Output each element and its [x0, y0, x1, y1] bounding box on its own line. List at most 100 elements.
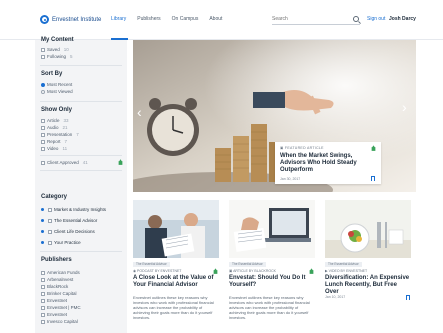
- filter-following[interactable]: Following 5: [41, 54, 73, 59]
- checkbox[interactable]: [41, 125, 45, 130]
- publisher-item[interactable]: Envestnet: [41, 298, 67, 303]
- nav-about[interactable]: About: [209, 16, 222, 22]
- card-source: ▶ VIDEO BY ENVESTNET: [325, 269, 367, 273]
- checkbox[interactable]: [41, 312, 45, 317]
- content-card[interactable]: The Essential Advisor ▣ ARTICLE BY BLACK…: [229, 200, 315, 333]
- category-pill[interactable]: The Essential Advisor: [325, 262, 362, 267]
- search-box: [272, 14, 360, 25]
- category-pill[interactable]: The Essential Advisor: [133, 262, 170, 267]
- checkbox[interactable]: [41, 305, 45, 310]
- checkbox[interactable]: [41, 319, 45, 324]
- publisher-item[interactable]: Envestnet: [41, 312, 67, 317]
- checkbox[interactable]: [41, 146, 45, 151]
- publisher-item[interactable]: BlackRock: [41, 284, 68, 289]
- filter-count: 7: [76, 132, 79, 137]
- filter-article[interactable]: Article 33: [41, 118, 69, 123]
- filter-count: 11: [62, 146, 68, 151]
- publisher-item[interactable]: American Funds: [41, 270, 80, 275]
- checkbox[interactable]: [41, 118, 45, 123]
- bookmark-icon[interactable]: [406, 295, 410, 300]
- checkbox[interactable]: [41, 277, 45, 282]
- checkbox[interactable]: [41, 291, 45, 296]
- category-pill[interactable]: The Essential Advisor: [229, 262, 266, 267]
- card-thumbnail: [325, 200, 411, 258]
- content-card[interactable]: The Essential Advisor ◉ PODCAST BY ENVES…: [133, 200, 219, 333]
- card-date: Jan 10, 2017: [325, 295, 346, 299]
- publisher-label: Arbenalnvest: [47, 277, 74, 282]
- bookmark-icon[interactable]: [371, 176, 375, 181]
- divider: [40, 170, 122, 171]
- publisher-label: Envestnet | PMC: [47, 305, 81, 310]
- checkbox[interactable]: [41, 270, 45, 275]
- filter-video[interactable]: Video 11: [41, 146, 67, 151]
- filter-count: 5: [70, 54, 73, 59]
- card-title[interactable]: Envestat: Should You Do It Yourself?: [229, 275, 315, 289]
- show-only-title: Show Only: [41, 107, 73, 113]
- publisher-label: Envestnet: [47, 312, 68, 317]
- category-item[interactable]: The Essential Advisor: [41, 218, 97, 223]
- filter-label: Presentation: [47, 132, 73, 137]
- publisher-item[interactable]: Brinker Capital: [41, 291, 77, 296]
- filter-presentation[interactable]: Presentation 7: [41, 132, 79, 137]
- chevron-left-icon[interactable]: ‹: [137, 104, 142, 120]
- checkbox[interactable]: [41, 47, 45, 52]
- card-source-label: ARTICLE BY BLACKROCK: [233, 269, 276, 273]
- filter-label: Video: [47, 146, 59, 151]
- content-card[interactable]: The Essential Advisor ▶ VIDEO BY ENVESTN…: [325, 200, 411, 333]
- divider: [40, 155, 122, 156]
- checkbox[interactable]: [48, 207, 52, 212]
- category-item[interactable]: Market & Industry Insights: [41, 207, 106, 212]
- search-input[interactable]: [272, 16, 342, 22]
- publisher-item[interactable]: Arbenalnvest: [41, 277, 73, 282]
- checkbox[interactable]: [41, 284, 45, 289]
- search-icon[interactable]: [353, 16, 359, 22]
- my-content-title: My Content: [41, 37, 74, 43]
- client-approved-icon: [371, 145, 376, 151]
- hero-banner[interactable]: ▣ FEATURED ARTICLE When the Market Swing…: [133, 40, 416, 192]
- featured-card[interactable]: ▣ FEATURED ARTICLE When the Market Swing…: [275, 142, 381, 184]
- divider: [40, 65, 122, 66]
- user-name[interactable]: Josh Darcy: [389, 16, 416, 22]
- sign-out-link[interactable]: Sign out: [367, 16, 385, 22]
- checkbox[interactable]: [48, 229, 52, 234]
- card-description: Envestnet outlines these key reasons why…: [229, 295, 310, 320]
- card-title[interactable]: Diversification: An Expensive Lunch Rece…: [325, 275, 411, 296]
- divider: [40, 251, 122, 252]
- sort-label: Most Recent: [47, 82, 73, 87]
- publisher-item[interactable]: Envestnet | PMC: [41, 305, 81, 310]
- featured-title[interactable]: When the Market Swings, Advisors Who Hol…: [280, 153, 372, 174]
- sort-most-viewed[interactable]: Most Viewed: [41, 89, 73, 94]
- main-nav: Library Publishers On Campus About: [111, 16, 222, 22]
- category-item[interactable]: Your Practice: [41, 240, 81, 245]
- card-title[interactable]: A Close Look at the Value of Your Financ…: [133, 275, 219, 289]
- sort-most-recent[interactable]: Most Recent: [41, 82, 72, 87]
- sort-by-title: Sort By: [41, 71, 63, 77]
- category-item[interactable]: Client Life Decisions: [41, 229, 95, 234]
- category-label: The Essential Advisor: [54, 218, 98, 223]
- bullet-icon: [41, 230, 44, 233]
- publisher-item[interactable]: Invesco Capital: [41, 319, 78, 324]
- nav-on-campus[interactable]: On Campus: [172, 16, 199, 22]
- checkbox[interactable]: [48, 218, 52, 223]
- radio-button[interactable]: [41, 89, 45, 94]
- filter-client-approved[interactable]: Client Approved 41: [41, 160, 88, 165]
- filter-audio[interactable]: Audio 21: [41, 125, 68, 130]
- featured-tag: ▣ FEATURED ARTICLE: [280, 146, 324, 150]
- chevron-right-icon[interactable]: ›: [402, 99, 407, 115]
- nav-library[interactable]: Library: [111, 16, 126, 22]
- category-label: Market & Industry Insights: [54, 207, 107, 212]
- checkbox[interactable]: [41, 54, 45, 59]
- checkbox[interactable]: [48, 240, 52, 245]
- logo[interactable]: Envestnet Institute: [40, 15, 101, 24]
- filter-saved[interactable]: Saved 10: [41, 47, 69, 52]
- checkbox[interactable]: [41, 139, 45, 144]
- client-approved-icon: [118, 159, 123, 165]
- filter-report[interactable]: Report 7: [41, 139, 67, 144]
- radio-button[interactable]: [41, 82, 45, 87]
- checkbox[interactable]: [41, 298, 45, 303]
- checkbox[interactable]: [41, 160, 45, 165]
- logo-icon: [40, 15, 49, 24]
- nav-publishers[interactable]: Publishers: [137, 16, 160, 22]
- divider: [40, 101, 122, 102]
- checkbox[interactable]: [41, 132, 45, 137]
